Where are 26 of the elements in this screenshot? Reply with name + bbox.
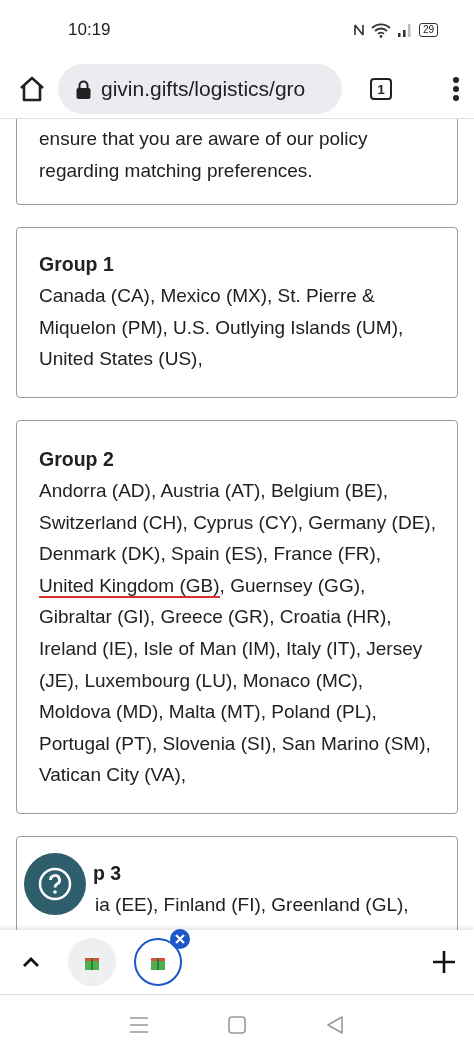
nfc-icon: [352, 23, 365, 37]
country-list: Andorra (AD), Austria (AT), Belgium (BE), Switzerland (CH), Cyprus (CY), Germany (DE), Denmark (DK), Spain (ES), France (FR), United Kingdom (GB), Guernsey (GG), Gibraltar (GI), Greece (GR), Croatia (HR), Ireland (IE), Isle of Man (IM), Italy (IT), Jersey (JE), Luxembourg (LU), Monaco (MC), Moldova (MD), Malta (MT), Poland (PL), Portugal (PT), Slovenia (SI), San Marino (SM), Vatican City (VA),: [39, 474, 438, 791]
menu-button[interactable]: [452, 76, 460, 102]
wifi-icon: [370, 22, 391, 38]
group-title: p 3: [93, 860, 123, 886]
back-button[interactable]: [326, 1015, 344, 1034]
home-nav-button[interactable]: [228, 1015, 246, 1034]
policy-text: ensure that you are aware of our policy regarding matching preferences.: [39, 127, 369, 183]
battery-level: 29: [418, 23, 438, 37]
signal-icon: [396, 23, 413, 37]
url-text: givin.gifts/logistics/gro: [101, 77, 306, 101]
collapse-button[interactable]: [22, 956, 40, 968]
new-tab-button[interactable]: [432, 950, 456, 974]
country-list: ia (EE), Finland (FI), Greenland (GL),: [95, 888, 438, 921]
group-title: Group 2: [39, 446, 115, 472]
tab-count-button[interactable]: 1: [370, 78, 392, 100]
country-list: Canada (CA), Mexico (MX), St. Pierre & Miquelon (PM), U.S. Outlying Islands (UM), United States (US),: [39, 280, 438, 375]
browser-tab[interactable]: [134, 938, 182, 986]
clock-time: 10:19: [68, 20, 112, 40]
browser-tab[interactable]: [68, 938, 116, 986]
close-icon[interactable]: [170, 929, 190, 949]
home-button[interactable]: [18, 76, 46, 102]
group-title: Group 1: [39, 252, 115, 278]
address-bar[interactable]: givin.gifts/logistics/gro: [58, 64, 342, 114]
question-mark-icon: [38, 867, 72, 901]
lock-icon: [76, 79, 91, 99]
